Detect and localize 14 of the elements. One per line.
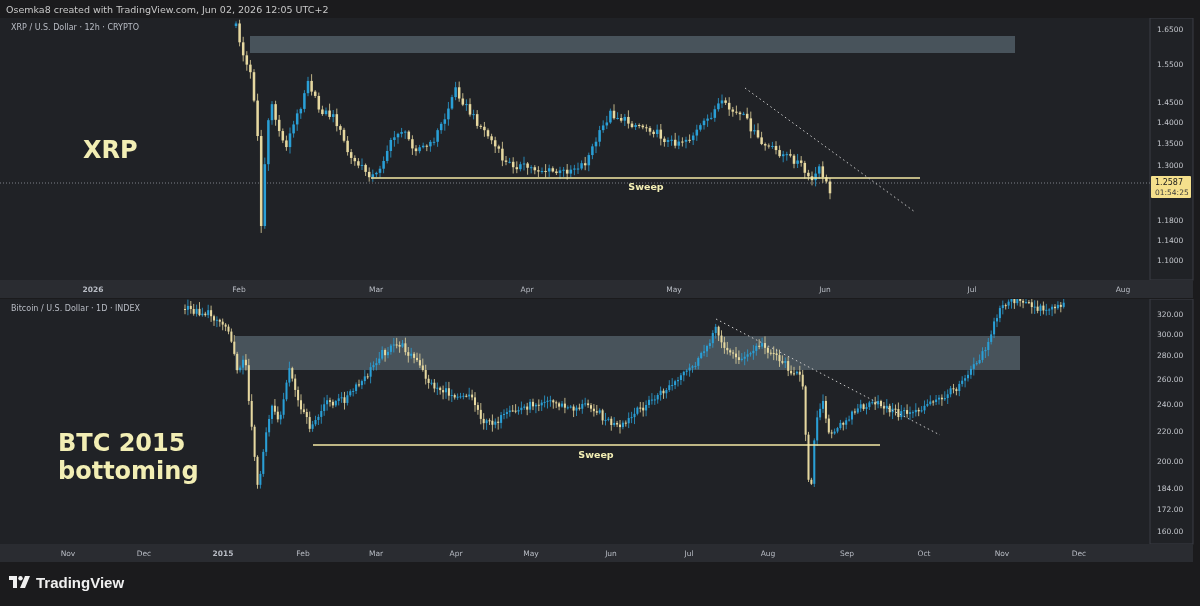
- brand-name: TradingView: [36, 574, 125, 591]
- brand-logo-icon: [9, 576, 31, 589]
- sweep-label: Sweep: [628, 181, 664, 192]
- chart-caption: Osemka8 created with TradingView.com, Jun 02, 2026 12:05 UTC+2: [6, 3, 329, 15]
- price-axis[interactable]: [1149, 18, 1194, 281]
- price-tag: [1151, 176, 1191, 198]
- time-axis[interactable]: [0, 544, 1193, 562]
- chart-label: XRP: [83, 136, 138, 164]
- symbol-title: Bitcoin / U.S. Dollar · 1D · INDEX: [11, 304, 140, 313]
- last-price: 1.2587: [1155, 178, 1183, 187]
- sweep-label: Sweep: [578, 449, 614, 460]
- symbol-title: XRP / U.S. Dollar · 12h · CRYPTO: [11, 23, 139, 32]
- price-axis[interactable]: [1149, 299, 1194, 545]
- chart-label: BTC 2015 bottoming: [58, 429, 199, 485]
